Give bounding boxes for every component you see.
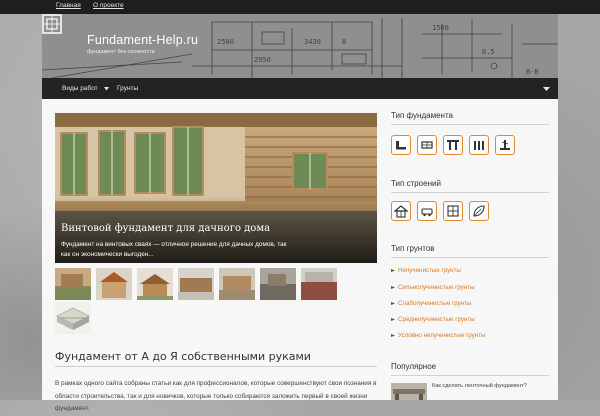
site-header: 2500 2950 3430 8 1500 0.5 В-В Fundament-… — [42, 14, 558, 78]
svg-text:1500: 1500 — [432, 24, 449, 32]
article-text: В рамках одного сайта собраны статьи как… — [55, 380, 377, 412]
window-icon — [447, 205, 459, 217]
column-foundation-icon — [447, 140, 459, 150]
popular-post-thumbnail[interactable] — [391, 383, 427, 400]
soil-link[interactable]: Сильнопучинистые грунты — [398, 284, 475, 291]
svg-text:2950: 2950 — [254, 56, 271, 64]
slab-foundation-icon — [421, 141, 433, 149]
slider-thumbnail[interactable] — [219, 268, 255, 300]
svg-text:0.5: 0.5 — [482, 48, 495, 56]
slider-thumbnail[interactable] — [178, 268, 214, 300]
screw-pile-icon — [500, 140, 510, 150]
slider-thumbnail[interactable] — [301, 268, 337, 300]
nav-item-soils[interactable]: Грунты — [117, 85, 138, 92]
building-outbuilding-button[interactable] — [443, 201, 463, 221]
svg-text:В-В: В-В — [526, 68, 539, 76]
widget-title-soil-type: Тип грунтов — [391, 244, 435, 253]
site-tagline: фундамент без сложности — [87, 49, 155, 55]
chevron-down-icon[interactable] — [104, 87, 109, 91]
bullet-icon — [391, 269, 395, 272]
logo-icon[interactable] — [42, 14, 62, 34]
svg-text:2500: 2500 — [217, 38, 234, 46]
bullet-icon — [391, 318, 395, 321]
leaf-icon — [473, 205, 485, 217]
main-nav: Виды работ Грунты — [42, 78, 558, 99]
soil-link[interactable]: Среднепучинистые грунты — [398, 316, 475, 323]
car-icon — [421, 208, 433, 217]
slide-title[interactable]: Винтовой фундамент для дачного дома — [61, 223, 270, 234]
top-bar: Главная О проекте — [0, 0, 600, 14]
content-area: Винтовой фундамент для дачного дома Фунд… — [42, 99, 558, 412]
widget-title-building-type: Тип строений — [391, 179, 441, 188]
building-house-button[interactable] — [391, 201, 411, 221]
widget-divider — [391, 192, 549, 193]
featured-slider[interactable]: Винтовой фундамент для дачного дома Фунд… — [55, 113, 377, 263]
article-title: Фундамент от А до Я собственными руками — [55, 350, 311, 363]
site-title[interactable]: Fundament-Help.ru — [87, 33, 198, 47]
widget-title-popular: Популярное — [391, 362, 437, 371]
bullet-icon — [391, 334, 395, 337]
foundation-pile-button[interactable] — [469, 135, 489, 155]
foundation-slab-button[interactable] — [417, 135, 437, 155]
soil-link[interactable]: Непучинистые грунты — [398, 267, 461, 274]
slide-excerpt: Фундамент на винтовых сваях — отличное р… — [61, 241, 287, 258]
svg-text:3430: 3430 — [304, 38, 321, 46]
article-divider — [55, 366, 377, 367]
house-icon — [394, 205, 408, 218]
top-link-home[interactable]: Главная — [56, 2, 81, 9]
bullet-icon — [391, 286, 395, 289]
slider-thumbnail[interactable] — [260, 268, 296, 300]
widget-divider — [391, 375, 549, 376]
widget-divider — [391, 124, 549, 125]
foundation-column-button[interactable] — [443, 135, 463, 155]
top-link-about[interactable]: О проекте — [93, 2, 124, 9]
nav-item-work-types[interactable]: Виды работ — [62, 85, 98, 92]
widget-divider — [391, 257, 549, 258]
widget-title-foundation-type: Тип фундамента — [391, 111, 453, 120]
slider-thumbnail[interactable] — [137, 268, 173, 300]
pile-foundation-icon — [474, 141, 484, 150]
popular-post-link[interactable]: Как сделать ленточный фундамент? — [432, 383, 527, 389]
building-garden-button[interactable] — [469, 201, 489, 221]
foundation-screw-pile-button[interactable] — [495, 135, 515, 155]
dropdown-caret-icon[interactable] — [543, 85, 550, 92]
bullet-icon — [391, 302, 395, 305]
building-garage-button[interactable] — [417, 201, 437, 221]
slider-thumbnail[interactable] — [55, 268, 91, 300]
foundation-strip-button[interactable] — [391, 135, 411, 155]
slider-thumbnail[interactable] — [96, 268, 132, 300]
soil-link[interactable]: Условно непучинистые грунты — [398, 332, 485, 339]
slider-thumbnail[interactable] — [55, 302, 91, 334]
svg-text:8: 8 — [342, 38, 346, 46]
soil-link[interactable]: Слабопучинистые грунты — [398, 300, 471, 307]
strip-foundation-icon — [396, 141, 406, 150]
